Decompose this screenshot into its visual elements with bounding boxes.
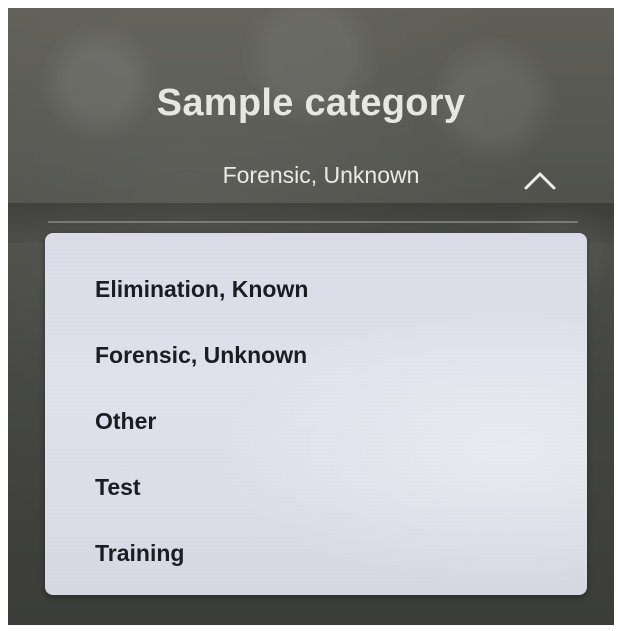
page-title: Sample category (156, 82, 466, 124)
dropdown-menu: Elimination, Known Forensic, Unknown Oth… (45, 233, 587, 595)
option-training[interactable]: Training (95, 533, 555, 573)
option-other[interactable]: Other (95, 401, 555, 441)
chevron-up-icon[interactable] (522, 168, 558, 192)
select-underline (48, 221, 578, 223)
option-elimination-known[interactable]: Elimination, Known (95, 269, 555, 309)
option-test[interactable]: Test (95, 467, 555, 507)
sample-category-select[interactable]: Forensic, Unknown (8, 158, 614, 198)
option-forensic-unknown[interactable]: Forensic, Unknown (95, 335, 555, 375)
screen-photo: Sample category Forensic, Unknown Elimin… (8, 8, 614, 625)
